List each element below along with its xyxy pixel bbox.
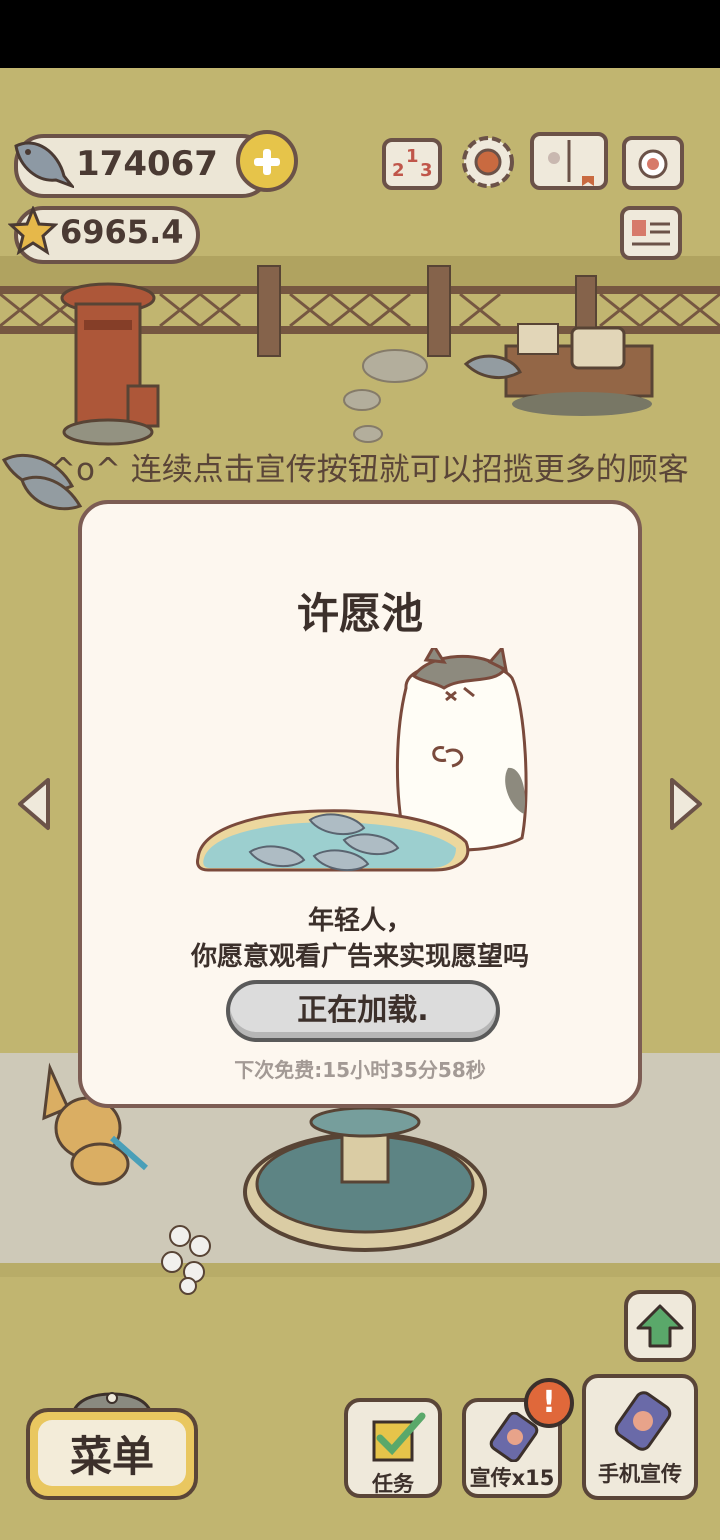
fish-count: 174067: [76, 144, 218, 184]
svg-text:3: 3: [420, 160, 433, 181]
menu-label: 菜单: [38, 1420, 186, 1486]
add-fish-button[interactable]: [236, 130, 298, 192]
dialog-question-line1: 年轻人，: [307, 906, 412, 936]
next-free-timer: 下次免费:15小时35分58秒: [234, 1058, 486, 1082]
checkbox-icon: [372, 1412, 426, 1462]
star-icon: [8, 206, 58, 256]
smartphone-icon: [614, 1391, 672, 1451]
cat-pond-illustration: [196, 648, 528, 872]
fish-icon: [14, 141, 74, 188]
dialog-question-line2: 你愿意观看广告来实现愿望吗: [190, 942, 529, 972]
menu-button[interactable]: 菜单: [26, 1408, 198, 1500]
watch-ad-loading-button[interactable]: 正在加载.: [226, 980, 500, 1042]
upgrade-button[interactable]: [624, 1290, 696, 1362]
wishing-well-dialog: 许愿池 年轻人， 你愿意观看广告来实现愿望吗 正在加载. 下次免费:15小时35…: [78, 500, 642, 1108]
notification-badge: !: [524, 1378, 574, 1428]
arrow-right-icon[interactable]: [666, 776, 706, 832]
phone-promo-button[interactable]: 手机宣传: [582, 1374, 698, 1500]
tasks-label: 任务: [372, 1472, 414, 1496]
tasks-button[interactable]: 任务: [344, 1398, 442, 1498]
svg-text:1: 1: [406, 146, 419, 167]
star-rating: 6965.4: [60, 213, 184, 251]
catbook-icon[interactable]: [530, 132, 608, 190]
dialog-title: 许愿池: [296, 589, 423, 638]
hint-text: ^o^ 连续点击宣传按钮就可以招揽更多的顾客: [50, 452, 689, 488]
up-arrow-icon: [636, 1304, 684, 1348]
gear-icon[interactable]: [458, 132, 518, 192]
phone-promo-label: 手机宣传: [598, 1462, 682, 1486]
camera-icon[interactable]: [622, 136, 684, 190]
profile-card-icon[interactable]: [620, 206, 682, 260]
leaderboard-icon[interactable]: 2 1 3: [382, 138, 442, 190]
arrow-left-icon[interactable]: [14, 776, 54, 832]
svg-text:2: 2: [392, 160, 405, 181]
status-bar: [0, 0, 720, 68]
promo-label: 宣传x15: [469, 1466, 555, 1490]
